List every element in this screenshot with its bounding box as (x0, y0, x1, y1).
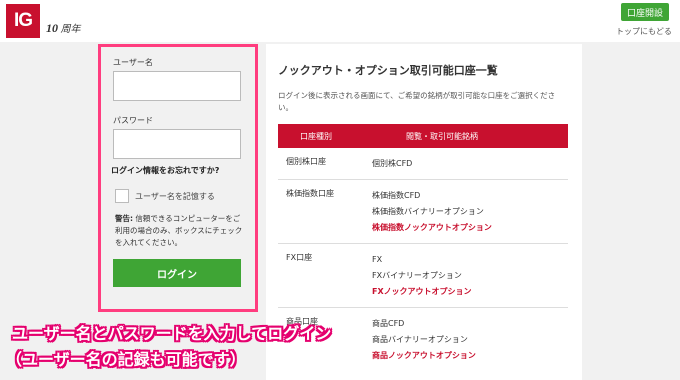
annotation-line-2: （ユーザー名の記録も可能です） (6, 350, 246, 369)
product-item: 商品CFD (372, 319, 405, 328)
table-row: 商品口座 商品CFD 商品バイナリーオプション 商品ノックアウトオプション (278, 308, 568, 380)
product-list: 個別株CFD (372, 156, 412, 172)
forgot-credentials-link[interactable]: ログイン情報をお忘れですか? (111, 165, 219, 176)
account-type: FX口座 (286, 253, 313, 262)
back-to-top-link[interactable]: トップにもどる (616, 26, 672, 37)
table-row: FX口座 FX FXバイナリーオプション FXノックアウトオプション (278, 244, 568, 308)
anniversary-text: 周年 (60, 24, 81, 35)
username-label: ユーザー名 (113, 58, 153, 67)
account-type: 個別株口座 (286, 157, 326, 166)
product-item: 商品バイナリーオプション (372, 335, 468, 344)
remember-username-row[interactable]: ユーザー名を記憶する (115, 189, 215, 203)
warning-text: 警告: 信頼できるコンピューターをご利用の場合のみ、ボックスにチェックを入れてく… (115, 213, 247, 249)
login-panel: ユーザー名 パスワード ログイン情報をお忘れですか? ユーザー名を記憶する 警告… (98, 44, 258, 312)
warning-label: 警告: (115, 214, 133, 223)
col-products-header: 閲覧・取引可能銘柄 (406, 131, 478, 141)
ig-logo[interactable]: IG (6, 4, 40, 38)
product-list: FX FXバイナリーオプション FXノックアウトオプション (372, 252, 471, 300)
knockout-product: 商品ノックアウトオプション (372, 351, 476, 360)
product-list: 株価指数CFD 株価指数バイナリーオプション 株価指数ノックアウトオプション (372, 188, 492, 236)
knockout-product: FXノックアウトオプション (372, 287, 472, 296)
product-item: 株価指数バイナリーオプション (372, 207, 484, 216)
product-item: FXバイナリーオプション (372, 271, 462, 280)
knockout-product: 株価指数ノックアウトオプション (372, 223, 492, 232)
product-item: FX (372, 255, 383, 264)
panel-title: ノックアウト・オプション取引可能口座一覧 (278, 64, 498, 77)
remember-label: ユーザー名を記憶する (135, 191, 215, 201)
annotation-line-1: ユーザー名とパスワードを入力してログイン (12, 324, 332, 343)
product-list: 商品CFD 商品バイナリーオプション 商品ノックアウトオプション (372, 316, 476, 364)
username-input[interactable] (113, 71, 241, 101)
anniversary-badge: 10 周年 (46, 20, 81, 36)
panel-description: ログイン後に表示される画面にて、ご希望の銘柄が取引可能な口座をご選択ください。 (278, 91, 556, 112)
product-item: 株価指数CFD (372, 191, 421, 200)
login-button[interactable]: ログイン (113, 259, 241, 287)
col-account-header: 口座種別 (300, 131, 332, 141)
remember-checkbox[interactable] (115, 189, 129, 203)
password-label: パスワード (113, 116, 153, 125)
table-row: 個別株口座 個別株CFD (278, 148, 568, 180)
password-input[interactable] (113, 129, 241, 159)
header: IG 10 周年 口座開設 トップにもどる (0, 0, 680, 42)
open-account-button[interactable]: 口座開設 (621, 3, 669, 21)
account-type: 株価指数口座 (286, 189, 334, 198)
anniversary-number: 10 (46, 21, 58, 35)
table-row: 株価指数口座 株価指数CFD 株価指数バイナリーオプション 株価指数ノックアウト… (278, 180, 568, 244)
product-item: 個別株CFD (372, 159, 413, 168)
table-header: 口座種別 閲覧・取引可能銘柄 (278, 124, 568, 148)
warning-body: 信頼できるコンピューターをご利用の場合のみ、ボックスにチェックを入れてください。 (115, 214, 243, 247)
